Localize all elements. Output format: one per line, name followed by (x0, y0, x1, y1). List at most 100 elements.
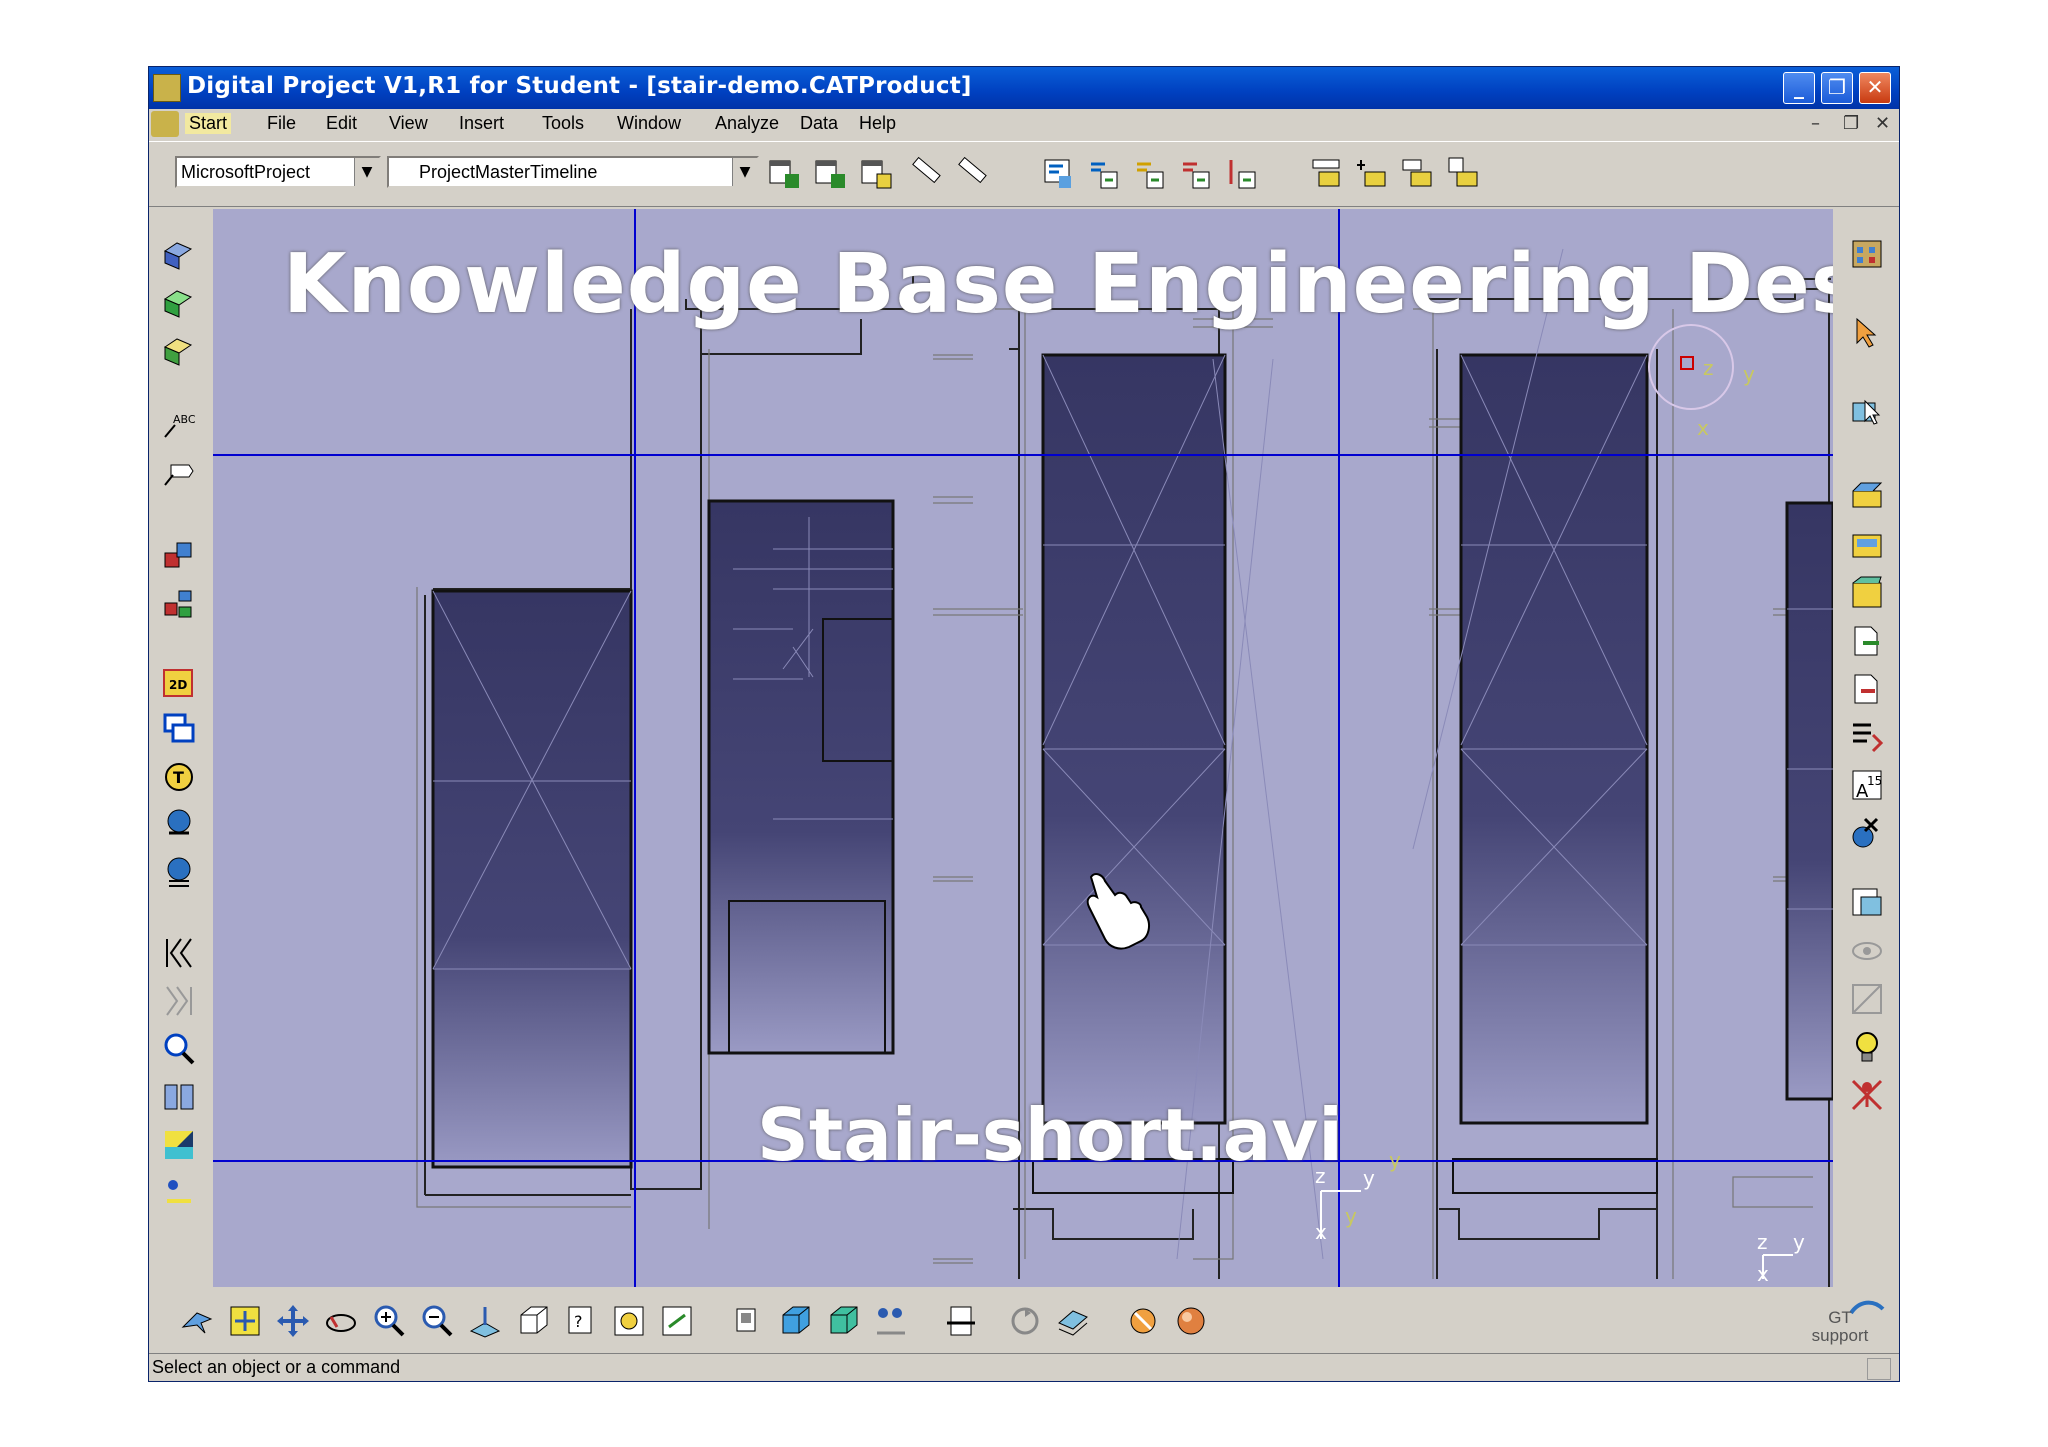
clip-icon[interactable] (943, 1303, 979, 1339)
fly-mode-icon[interactable] (179, 1303, 215, 1339)
text-annotation-icon[interactable]: ABC (161, 407, 197, 443)
pdf-link-icon[interactable] (1849, 885, 1885, 921)
timeline-icon[interactable] (1309, 156, 1343, 190)
normal-view-icon[interactable] (467, 1303, 503, 1339)
zoom-in-icon[interactable] (371, 1303, 407, 1339)
capture-icon[interactable] (659, 1303, 695, 1339)
fast-forward-icon[interactable] (161, 983, 197, 1019)
list-arrow-icon[interactable] (1849, 719, 1885, 755)
3d-viewport[interactable]: z y x y z y x y z y x Knowledge Base Eng… (213, 209, 1833, 1287)
project-combo-value: MicrosoftProject (181, 162, 311, 182)
globe-chain-icon[interactable] (161, 855, 197, 891)
mdi-close-button[interactable]: ✕ (1875, 113, 1890, 134)
hide-show-icon[interactable] (1849, 933, 1885, 969)
app-icon[interactable] (153, 74, 181, 102)
lightbulb-icon[interactable] (1849, 1029, 1885, 1065)
assembly-icon[interactable] (161, 539, 197, 575)
product-green-icon[interactable] (161, 285, 197, 321)
timeline-move-icon[interactable] (1401, 156, 1435, 190)
pan-icon[interactable] (275, 1303, 311, 1339)
space-icon[interactable] (1849, 575, 1885, 611)
schedule-link-icon[interactable] (1087, 156, 1121, 190)
mdi-restore-button[interactable]: ❐ (1843, 113, 1859, 134)
status-grip-icon[interactable] (1867, 1358, 1891, 1380)
render-people-icon[interactable] (873, 1303, 909, 1339)
menu-insert[interactable]: Insert (459, 113, 504, 134)
globe-link-icon[interactable] (161, 807, 197, 843)
mdi-minimize-button[interactable]: – (1811, 113, 1820, 134)
search-icon[interactable] (161, 1031, 197, 1067)
menu-view[interactable]: View (389, 113, 428, 134)
2d-view-icon[interactable]: 2D (161, 665, 197, 701)
menu-window[interactable]: Window (617, 113, 681, 134)
swap-space-icon[interactable] (611, 1303, 647, 1339)
rotate-icon[interactable] (323, 1303, 359, 1339)
remove-task-icon[interactable] (859, 156, 893, 190)
layer-icon[interactable] (1055, 1303, 1091, 1339)
schedule-update-icon[interactable] (1133, 156, 1167, 190)
title-bar[interactable]: Digital Project V1,R1 for Student - [sta… (149, 67, 1899, 109)
menu-file[interactable]: File (267, 113, 296, 134)
measure-icon[interactable] (955, 152, 989, 186)
chevron-down-icon[interactable]: ▼ (732, 158, 757, 186)
zoom-out-icon[interactable] (419, 1303, 455, 1339)
link-task-icon[interactable] (813, 156, 847, 190)
hide-icon[interactable]: ? (563, 1303, 599, 1339)
import-doc-icon[interactable] (1849, 671, 1885, 707)
refresh-icon[interactable] (1007, 1303, 1043, 1339)
flag-note-icon[interactable] (161, 455, 197, 491)
start-icon[interactable] (151, 111, 179, 137)
gt-support-label: GT support (1811, 1308, 1869, 1345)
export-doc-icon[interactable] (1849, 623, 1885, 659)
shading-icon[interactable] (161, 1127, 197, 1163)
light-icon[interactable] (161, 1175, 197, 1211)
timeline-split-icon[interactable] (1447, 156, 1481, 190)
close-button[interactable]: ✕ (1859, 72, 1891, 104)
iso-view-icon[interactable] (515, 1303, 551, 1339)
menu-start[interactable]: Start (185, 113, 232, 134)
select-cursor-icon[interactable] (1849, 315, 1885, 351)
schedule-export-icon[interactable] (1225, 156, 1259, 190)
add-task-icon[interactable] (767, 156, 801, 190)
multi-view-icon[interactable] (729, 1303, 765, 1339)
axis-label: z (1703, 356, 1714, 380)
timeline-add-icon[interactable] (1355, 156, 1389, 190)
bottom-toolbar: ? GT support (149, 1289, 1899, 1353)
menu-data[interactable]: Data (800, 113, 838, 134)
product-yellow-icon[interactable] (161, 333, 197, 369)
schedule-icon[interactable] (1041, 156, 1075, 190)
swap-visible-icon[interactable] (1849, 981, 1885, 1017)
magic-icon[interactable] (1125, 1303, 1161, 1339)
sphere-icon[interactable] (1173, 1303, 1209, 1339)
product-blue-icon[interactable] (161, 237, 197, 273)
menu-analyze[interactable]: Analyze (715, 113, 779, 134)
svg-text:15: 15 (1867, 774, 1882, 788)
ruler-icon[interactable] (909, 152, 943, 186)
assembly-tree-icon[interactable] (161, 587, 197, 623)
wall-icon[interactable] (1849, 479, 1885, 515)
menu-edit[interactable]: Edit (326, 113, 357, 134)
menu-tools[interactable]: Tools (542, 113, 584, 134)
project-combo[interactable]: MicrosoftProject ▼ (175, 156, 381, 188)
windows-icon[interactable] (161, 711, 197, 747)
slab-icon[interactable] (1849, 527, 1885, 563)
timeline-combo-value: ProjectMasterTimeline (419, 162, 598, 182)
rewind-icon[interactable] (161, 935, 197, 971)
select-building-icon[interactable] (1849, 393, 1885, 429)
top-toolbar: MicrosoftProject ▼ ProjectMasterTimeline… (149, 141, 1899, 207)
schedule-sync-icon[interactable] (1179, 156, 1213, 190)
building-icon[interactable] (1849, 235, 1885, 271)
chevron-down-icon[interactable]: ▼ (354, 158, 379, 186)
numbering-icon[interactable]: A15 (1849, 767, 1885, 803)
compare-icon[interactable] (161, 1079, 197, 1115)
timeline-combo[interactable]: ProjectMasterTimeline ▼ (387, 156, 759, 188)
edges-cube-icon[interactable] (825, 1303, 861, 1339)
tool-settings-icon[interactable] (1849, 815, 1885, 851)
delete-person-icon[interactable] (1849, 1077, 1885, 1113)
shaded-cube-icon[interactable] (777, 1303, 813, 1339)
minimize-button[interactable]: _ (1783, 72, 1815, 104)
menu-help[interactable]: Help (859, 113, 896, 134)
text-tool-icon[interactable]: T (161, 759, 197, 795)
fit-all-icon[interactable] (227, 1303, 263, 1339)
maximize-button[interactable]: ❐ (1821, 72, 1853, 104)
